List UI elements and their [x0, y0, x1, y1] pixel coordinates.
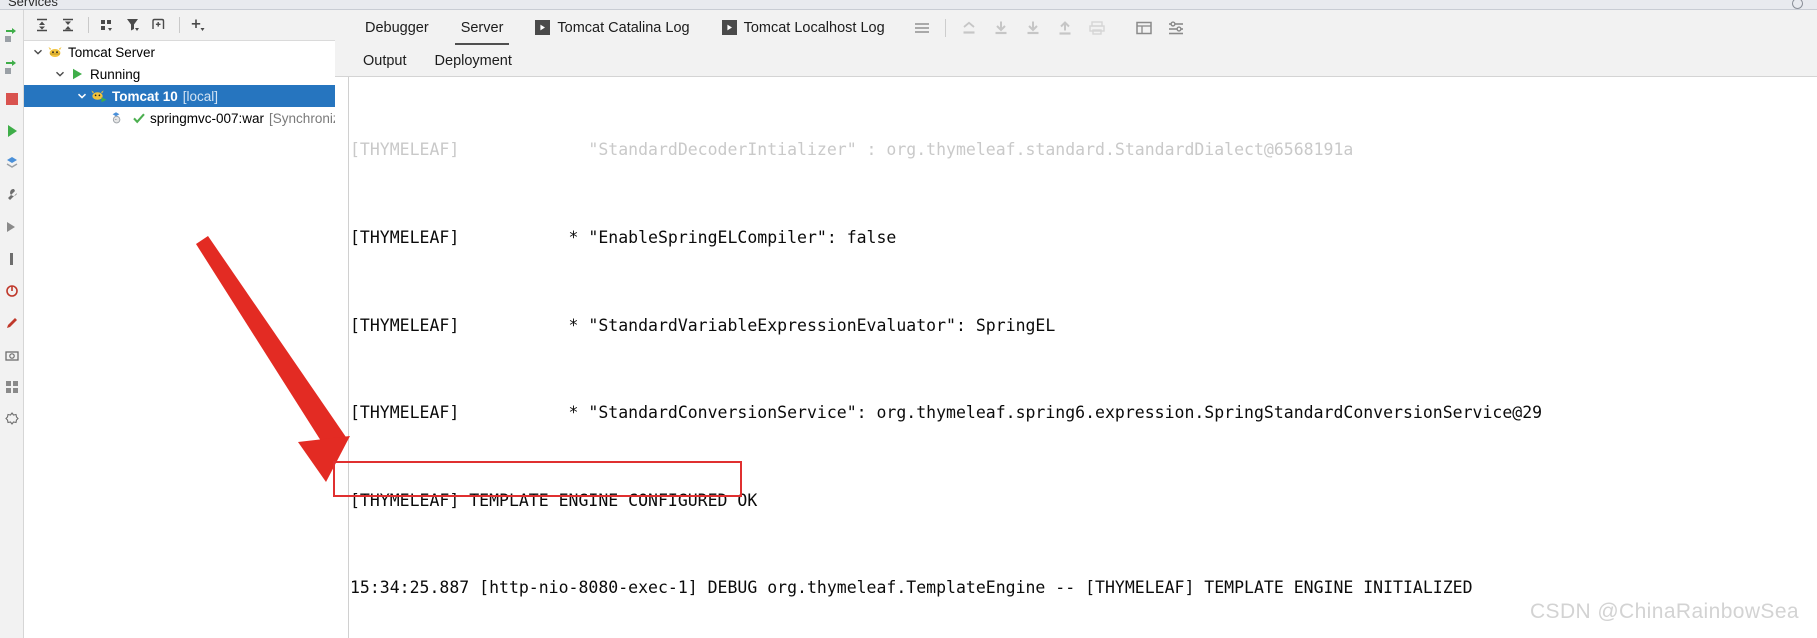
- debug-rerun-icon[interactable]: [3, 58, 21, 76]
- rerun-icon[interactable]: [3, 26, 21, 44]
- tree-item-springmvc-war[interactable]: springmvc-007:war [Synchroniz: [24, 107, 340, 129]
- settings-gear-icon[interactable]: [3, 410, 21, 428]
- subtab-deployment[interactable]: Deployment: [421, 45, 526, 77]
- pause-icon[interactable]: [3, 218, 21, 236]
- run-tabs: Debugger Server Tomcat Catalina Log Tomc…: [335, 10, 1817, 45]
- console-line: [THYMELEAF] * "StandardVariableExpressio…: [350, 315, 1056, 335]
- run-tool-window: Debugger Server Tomcat Catalina Log Tomc…: [335, 10, 1817, 638]
- toolbar-separator-3: [944, 18, 946, 37]
- tab-debugger[interactable]: Debugger: [349, 10, 445, 45]
- run-icon[interactable]: [3, 122, 21, 140]
- console-line: [THYMELEAF] "StandardDecoderIntializer" …: [350, 140, 1354, 160]
- services-tree-panel: Tomcat Server Running Tomcat 10 [local] …: [24, 10, 340, 638]
- tree-item-sublabel: [Synchroniz: [269, 110, 340, 126]
- chevron-down-icon[interactable]: [74, 88, 90, 104]
- settings-lines-icon[interactable]: [1163, 15, 1189, 41]
- console-gutter: [335, 77, 349, 638]
- tree-item-tomcat-10[interactable]: Tomcat 10 [local]: [24, 85, 335, 107]
- stop-icon[interactable]: [3, 90, 21, 108]
- tree-item-label: Running: [90, 66, 141, 82]
- tab-label: Tomcat Catalina Log: [557, 19, 690, 36]
- tomcat-icon: [46, 44, 64, 60]
- run-log-icon: [535, 20, 551, 35]
- grid-icon[interactable]: [3, 378, 21, 396]
- check-ok-icon: [132, 111, 146, 125]
- output-subtabs: Output Deployment: [335, 45, 1817, 77]
- console-line: 15:34:25.887 [http-nio-8080-exec-1] DEBU…: [350, 578, 1473, 598]
- console-output[interactable]: [THYMELEAF] "StandardDecoderIntializer" …: [335, 77, 1817, 638]
- watermark: CSDN @ChinaRainbowSea: [1529, 600, 1799, 623]
- tomcat-run-icon: [90, 88, 108, 104]
- console-line: [THYMELEAF] TEMPLATE ENGINE CONFIGURED O…: [350, 490, 758, 510]
- wrench-icon[interactable]: [3, 186, 21, 204]
- tab-label: Server: [460, 19, 504, 36]
- chevron-down-icon[interactable]: [52, 66, 68, 82]
- run-log-icon: [721, 20, 737, 35]
- window-title-strip: Services: [0, 0, 1817, 10]
- expand-all-icon[interactable]: [30, 13, 54, 37]
- toolbar-separator-1: [88, 17, 89, 33]
- thread-dump-icon[interactable]: [3, 282, 21, 300]
- console-lines: [THYMELEAF] "StandardDecoderIntializer" …: [350, 77, 1817, 638]
- subtab-label: Output: [363, 52, 407, 69]
- export-up-icon[interactable]: [1052, 15, 1078, 41]
- tab-tomcat-localhost-log[interactable]: Tomcat Localhost Log: [706, 10, 901, 45]
- services-tool-window: Services Tomcat Server Running Tomcat 10…: [0, 0, 1817, 638]
- print-icon[interactable]: [1084, 15, 1110, 41]
- toolbar-separator-2: [179, 17, 180, 33]
- tree-item-tomcat-server[interactable]: Tomcat Server: [24, 41, 335, 63]
- tab-label: Debugger: [365, 19, 429, 36]
- tree-item-label: Tomcat Server: [68, 44, 156, 60]
- chevron-down-icon[interactable]: [30, 44, 46, 60]
- console-line: [THYMELEAF] * "EnableSpringELCompiler": …: [350, 228, 897, 247]
- tree-item-label: Tomcat 10: [112, 88, 178, 104]
- deploy-icon[interactable]: [3, 154, 21, 172]
- subtab-output[interactable]: Output: [349, 45, 421, 77]
- tree-item-label: springmvc-007:war: [150, 110, 265, 126]
- table-icon[interactable]: [1131, 15, 1157, 41]
- collapse-all-icon[interactable]: [56, 13, 80, 37]
- window-title: Services: [8, 0, 58, 9]
- run-icon: [68, 66, 86, 82]
- tree-item-sublabel: [local]: [182, 88, 219, 104]
- tab-label: Tomcat Localhost Log: [743, 19, 885, 36]
- edit-pencil-icon[interactable]: [3, 314, 21, 332]
- tree-toolbar: [24, 10, 335, 41]
- scroll-to-bottom-icon[interactable]: [988, 15, 1014, 41]
- stop-square-icon[interactable]: [3, 250, 21, 268]
- add-service-icon[interactable]: [186, 13, 210, 37]
- scroll-to-top-icon[interactable]: [956, 15, 982, 41]
- add-tab-icon[interactable]: [147, 13, 171, 37]
- subtab-label: Deployment: [434, 52, 512, 69]
- console-line: [THYMELEAF] * "StandardConversionService…: [350, 403, 1543, 423]
- group-by-icon[interactable]: [95, 13, 119, 37]
- artifact-ok-icon: [110, 110, 128, 126]
- left-icon-rail: [0, 10, 24, 638]
- export-down-icon[interactable]: [1020, 15, 1046, 41]
- camera-icon[interactable]: [3, 346, 21, 364]
- tab-tomcat-catalina-log[interactable]: Tomcat Catalina Log: [519, 10, 705, 45]
- tree-item-running[interactable]: Running: [24, 63, 335, 85]
- window-help-icon[interactable]: [1792, 0, 1803, 9]
- tab-server[interactable]: Server: [445, 10, 520, 45]
- soft-wrap-icon[interactable]: [909, 15, 935, 41]
- filter-icon[interactable]: [121, 13, 145, 37]
- services-tree: Tomcat Server Running Tomcat 10 [local] …: [24, 41, 340, 638]
